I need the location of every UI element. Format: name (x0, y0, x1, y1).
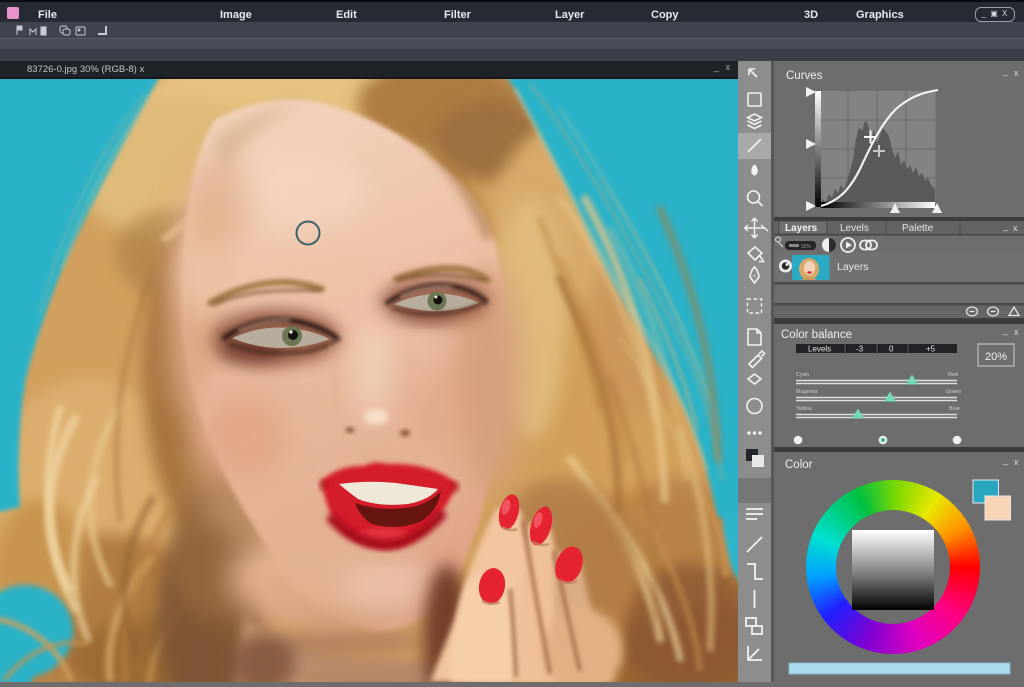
svg-text:Green: Green (946, 389, 961, 395)
svg-text:Red: Red (948, 372, 958, 378)
svg-text:Curves: Curves (786, 70, 823, 82)
svg-text:Yellow: Yellow (796, 406, 812, 412)
svg-text:0: 0 (889, 345, 894, 354)
svg-text:_: _ (1002, 325, 1009, 335)
svg-text:-3: -3 (856, 345, 864, 354)
svg-text:_: _ (1002, 66, 1009, 76)
svg-text:Color balance: Color balance (781, 329, 852, 341)
svg-text:Palette: Palette (902, 223, 934, 234)
svg-text:Cyan: Cyan (796, 372, 809, 378)
svg-text:Levels: Levels (840, 223, 869, 234)
svg-text:+5: +5 (926, 345, 936, 354)
svg-text:_: _ (1002, 455, 1009, 465)
svg-text:x: x (1014, 327, 1019, 337)
svg-text:Color: Color (785, 459, 813, 471)
svg-text:Layers: Layers (785, 223, 818, 234)
svg-text:x: x (1014, 457, 1019, 467)
svg-text:x: x (1013, 223, 1018, 233)
svg-text:Blue: Blue (949, 406, 960, 412)
svg-text:Layers: Layers (837, 261, 869, 273)
svg-text:_: _ (1002, 221, 1009, 231)
svg-text:Magenta: Magenta (796, 389, 818, 395)
svg-text:20%: 20% (985, 351, 1007, 363)
svg-text:x: x (1014, 68, 1019, 78)
svg-text:Levels: Levels (808, 345, 831, 354)
svg-text:30%: 30% (801, 244, 812, 250)
